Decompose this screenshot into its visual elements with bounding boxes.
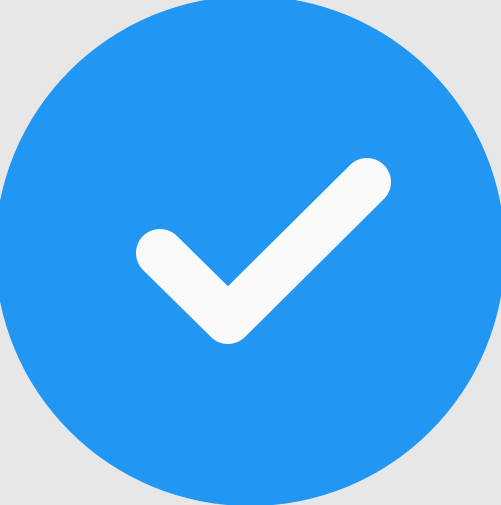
check-circle-icon: [0, 0, 501, 505]
icon-canvas: [0, 0, 501, 505]
circle-badge: [0, 0, 501, 505]
